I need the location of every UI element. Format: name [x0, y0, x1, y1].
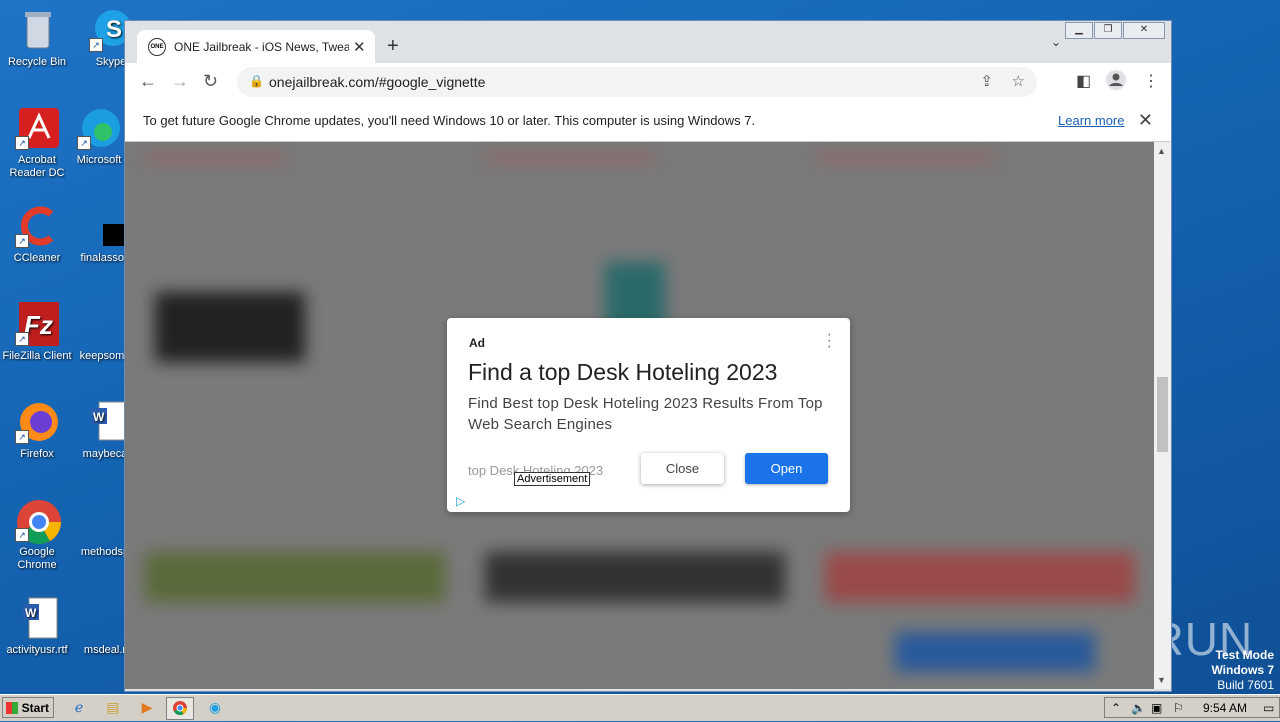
- firefox-icon: ↗: [15, 400, 59, 444]
- favicon: ONE: [148, 37, 166, 56]
- clock[interactable]: 9:54 AM: [1203, 701, 1247, 715]
- blurred-text: [815, 152, 995, 164]
- adchoices-icon[interactable]: ▷: [456, 494, 465, 508]
- blurred-text: [145, 152, 285, 164]
- blurred-text: [485, 152, 655, 164]
- chrome-taskbar-icon[interactable]: [166, 697, 194, 720]
- start-button[interactable]: Start: [2, 697, 54, 718]
- blurred-button: [895, 632, 1095, 672]
- desktop-icon-firefox[interactable]: ↗ Firefox: [0, 400, 74, 461]
- ad-headline[interactable]: Find a top Desk Hoteling 2023: [468, 359, 777, 386]
- scroll-down-icon[interactable]: ▼: [1157, 675, 1166, 685]
- system-tray: ⌃ 🔈 ▣ ⚐ 9:54 AM ▭: [1104, 697, 1280, 718]
- minimize-icon[interactable]: ▁: [1065, 22, 1093, 39]
- word-doc-icon: W: [83, 400, 127, 444]
- desktop-icon-label: Firefox: [20, 448, 54, 460]
- blurred-banner: [825, 552, 1135, 602]
- desktop-icon-chrome[interactable]: ↗ Google Chrome: [0, 498, 74, 572]
- svg-text:S: S: [106, 16, 122, 43]
- blurred-banner: [145, 552, 445, 602]
- update-infobar: To get future Google Chrome updates, you…: [125, 101, 1171, 142]
- learn-more-link[interactable]: Learn more: [1058, 113, 1124, 128]
- network-icon[interactable]: ▣: [1151, 701, 1162, 715]
- ad-dialog: Ad · · · Find a top Desk Hoteling 2023 Fin…: [447, 318, 850, 512]
- url-text[interactable]: onejailbreak.com/#google_vignette: [269, 74, 485, 90]
- word-doc-icon: W: [15, 596, 59, 640]
- windows-flag-icon: [6, 702, 18, 714]
- bookmark-star-icon[interactable]: ☆: [1012, 72, 1025, 90]
- desktop-icon-label: FileZilla Client: [2, 350, 72, 362]
- infobar-message: To get future Google Chrome updates, you…: [143, 113, 756, 128]
- blurred-image: [155, 292, 305, 362]
- tab-search-chevron-icon[interactable]: ⌄: [1051, 35, 1061, 49]
- windows-version-line: Windows 7: [1211, 663, 1274, 677]
- acrobat-icon: ↗: [15, 106, 59, 150]
- blank-file-icon: [83, 596, 127, 640]
- desktop-icon-activityusr[interactable]: W activityusr.rtf: [0, 596, 74, 657]
- advertisement-tooltip: Advertisement: [514, 472, 591, 486]
- action-center-flag-icon[interactable]: ⚐: [1173, 701, 1184, 715]
- new-tab-icon[interactable]: +: [387, 35, 399, 58]
- blurred-banner: [485, 552, 785, 602]
- ad-open-button[interactable]: Open: [745, 453, 828, 484]
- desktop-icon-filezilla[interactable]: Fz ↗ FileZilla Client: [0, 302, 74, 363]
- build-line: Build 7601: [1217, 678, 1274, 692]
- forward-icon[interactable]: →: [171, 71, 189, 92]
- ccleaner-icon: ↗: [15, 204, 59, 248]
- more-menu-icon[interactable]: ⋮: [1143, 71, 1159, 91]
- window-controls: ▁ ❐ ✕: [1065, 22, 1165, 39]
- vertical-scrollbar[interactable]: ▲ ▼: [1154, 142, 1171, 689]
- filezilla-icon: Fz ↗: [15, 302, 59, 346]
- media-player-taskbar-icon[interactable]: ▶: [134, 697, 160, 718]
- ad-description: Find Best top Desk Hoteling 2023 Results…: [468, 395, 823, 433]
- tab-strip: ONE ONE Jailbreak - iOS News, Tweaks an …: [125, 21, 1171, 63]
- ad-close-button[interactable]: Close: [641, 453, 724, 484]
- restore-icon[interactable]: ❐: [1094, 22, 1122, 39]
- test-mode-line: Test Mode: [1215, 648, 1274, 662]
- ie-taskbar-icon[interactable]: ℯ: [66, 697, 92, 718]
- ad-options-icon[interactable]: · · ·: [827, 327, 832, 355]
- desktop-icon-recycle-bin[interactable]: Recycle Bin: [0, 8, 74, 69]
- explorer-taskbar-icon[interactable]: ▤: [100, 697, 126, 718]
- window-close-icon[interactable]: ✕: [1123, 22, 1165, 39]
- desktop-icon-label: Recycle Bin: [7, 56, 67, 68]
- tab-title: ONE Jailbreak - iOS News, Tweaks an: [174, 39, 349, 54]
- test-mode-text: Test Mode Windows 7 Build 7601: [1211, 648, 1274, 693]
- start-label: Start: [21, 701, 49, 715]
- infobar-close-icon[interactable]: ✕: [1138, 110, 1153, 131]
- browser-toolbar: ← → ↻ 🔒 onejailbreak.com/#google_vignett…: [125, 63, 1171, 101]
- blank-file-icon: [83, 498, 127, 542]
- profile-avatar-icon[interactable]: [1105, 69, 1127, 96]
- chrome-icon: ↗: [15, 498, 61, 544]
- blank-file-icon: [83, 302, 127, 346]
- address-bar[interactable]: 🔒 onejailbreak.com/#google_vignette ⇪ ☆: [237, 67, 1037, 97]
- recycle-bin-icon: [15, 8, 59, 52]
- back-icon[interactable]: ←: [139, 71, 157, 92]
- taskbar: Start ℯ ▤ ▶ ◉ ⌃ 🔈 ▣ ⚐ 9:54 AM ▭: [0, 694, 1280, 721]
- share-icon[interactable]: ⇪: [980, 72, 993, 90]
- tab-onejailbreak[interactable]: ONE ONE Jailbreak - iOS News, Tweaks an …: [137, 30, 375, 63]
- desktop-icon-label: Google Chrome: [17, 546, 57, 571]
- black-file-icon: [83, 204, 131, 248]
- lock-icon: 🔒: [249, 74, 264, 88]
- scroll-thumb[interactable]: [1157, 377, 1168, 452]
- desktop-icon-label: CCleaner: [13, 252, 61, 264]
- volume-icon[interactable]: 🔈: [1131, 701, 1146, 715]
- desktop-icon-ccleaner[interactable]: ↗ CCleaner: [0, 204, 74, 265]
- side-panel-icon[interactable]: ◧: [1076, 71, 1091, 91]
- show-desktop-icon[interactable]: ▭: [1263, 701, 1274, 715]
- desktop-icon-label: activityusr.rtf: [6, 644, 68, 656]
- scroll-up-icon[interactable]: ▲: [1157, 146, 1166, 156]
- show-hidden-icons-icon[interactable]: ⌃: [1111, 701, 1121, 715]
- tab-close-icon[interactable]: ✕: [353, 38, 366, 56]
- edge-taskbar-icon[interactable]: ◉: [202, 697, 228, 718]
- svg-text:W: W: [93, 410, 105, 424]
- ad-label: Ad: [469, 336, 485, 350]
- edge-icon: ↗: [77, 106, 121, 150]
- svg-text:W: W: [25, 606, 37, 620]
- reload-icon[interactable]: ↻: [203, 71, 218, 92]
